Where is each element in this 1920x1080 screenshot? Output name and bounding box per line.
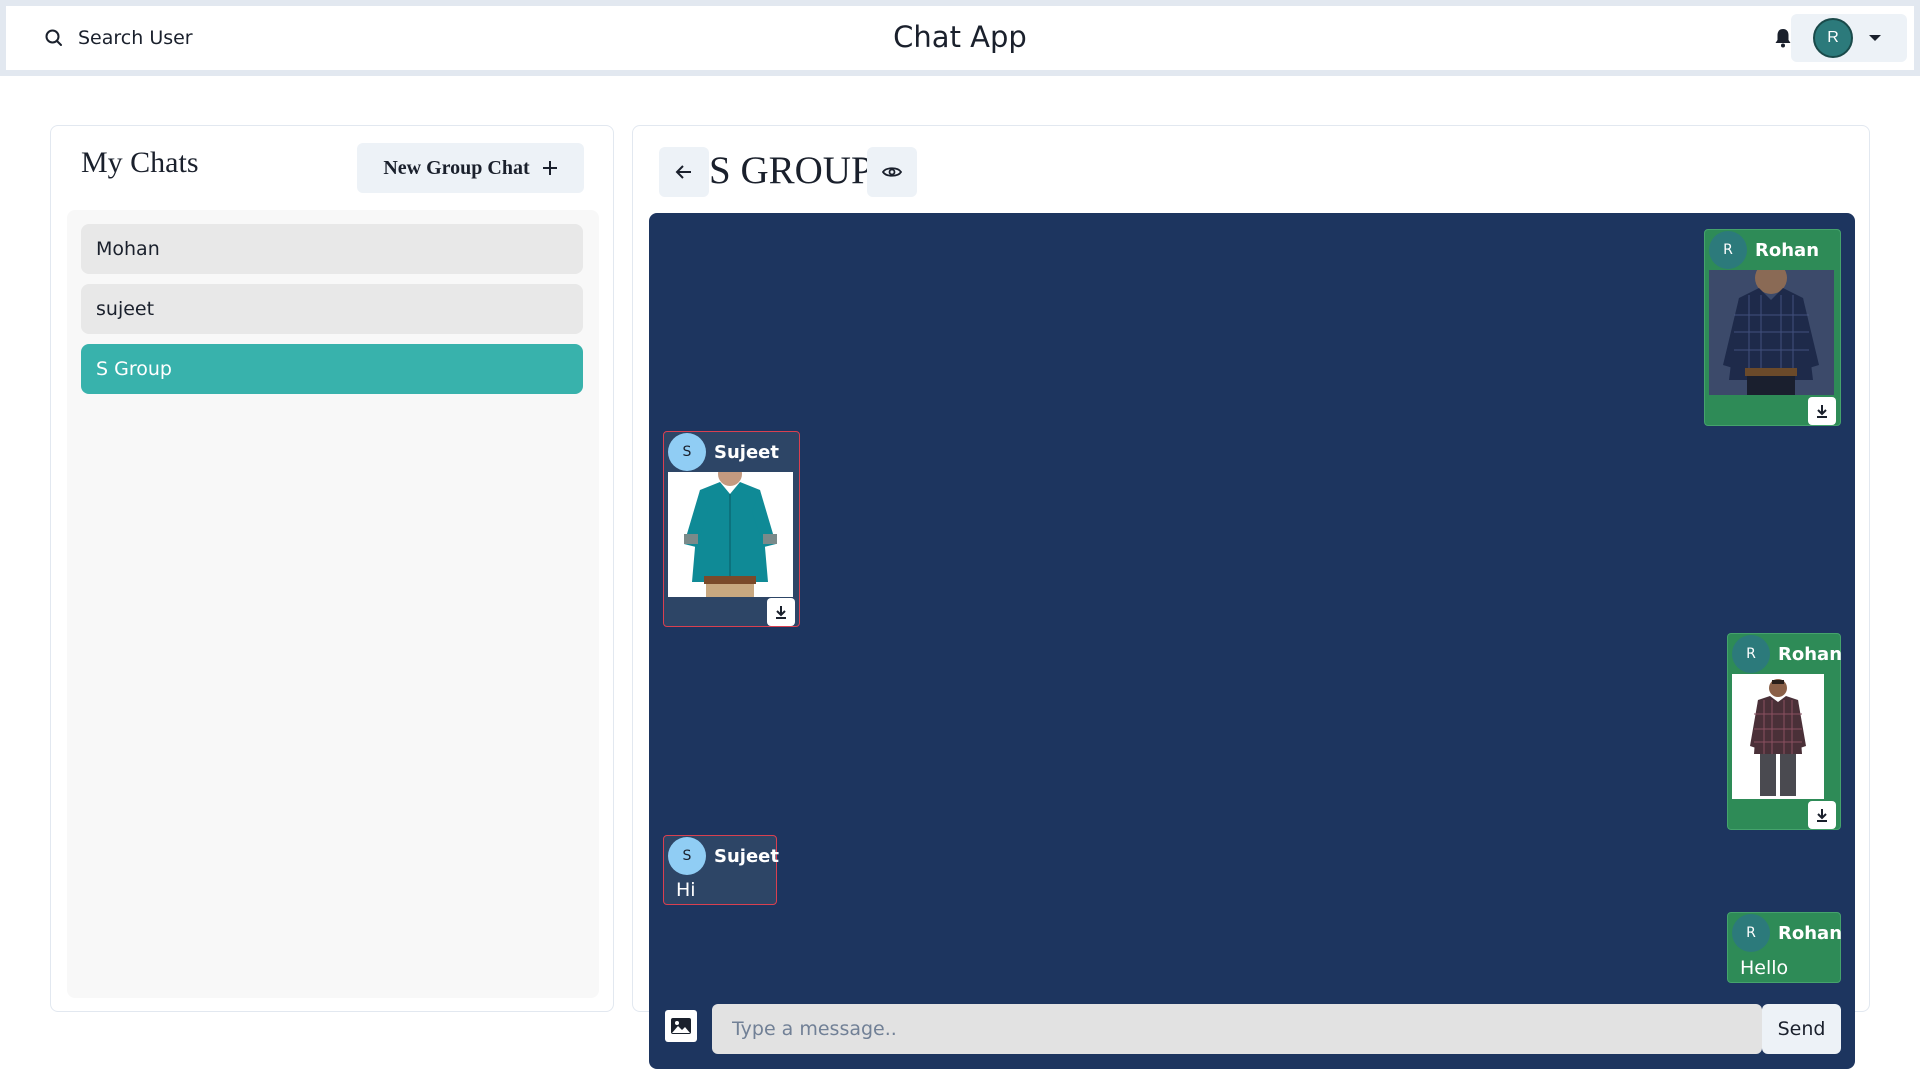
sender-name: Rohan	[1755, 239, 1820, 261]
download-icon	[1817, 809, 1827, 822]
new-group-chat-label: New Group Chat	[383, 156, 530, 179]
back-button[interactable]	[659, 147, 709, 197]
sender-name: Rohan	[1778, 643, 1843, 665]
chat-list-item-s-group[interactable]: S Group	[81, 344, 583, 394]
message-header: R Rohan	[1709, 231, 1819, 269]
avatar: R	[1732, 914, 1770, 952]
download-icon	[1817, 405, 1827, 418]
download-icon	[776, 606, 786, 619]
message-header: R Rohan	[1732, 635, 1842, 673]
message-header: S Sujeet	[668, 433, 779, 471]
avatar: R	[1709, 231, 1747, 269]
chat-list-item-sujeet[interactable]: sujeet	[81, 284, 583, 334]
avatar: R	[1813, 18, 1853, 58]
chat-title: S GROUP	[709, 149, 873, 192]
my-chats-title: My Chats	[81, 146, 199, 179]
avatar: S	[668, 433, 706, 471]
sender-name: Sujeet	[714, 845, 779, 867]
message-bubble: R Rohan Hello	[1727, 912, 1842, 983]
top-bar: Search User Chat App R	[6, 6, 1914, 70]
bell-icon[interactable]	[1774, 28, 1792, 48]
message-text: Hi	[676, 879, 696, 901]
app-title: Chat App	[893, 20, 1027, 54]
send-button[interactable]: Send	[1762, 1004, 1841, 1054]
message-bubble: R Rohan	[1704, 229, 1841, 426]
message-bubble: R Rohan	[1727, 633, 1842, 830]
new-group-chat-button[interactable]: New Group Chat	[357, 143, 584, 193]
avatar: R	[1732, 635, 1770, 673]
download-button[interactable]	[767, 598, 795, 626]
arrow-left-icon	[675, 165, 691, 179]
teal-shirt-photo[interactable]	[668, 472, 793, 597]
message-bubble: S Sujeet Hi	[663, 835, 779, 905]
avatar: S	[668, 837, 706, 875]
sender-name: Sujeet	[714, 441, 779, 463]
my-chats-panel: My Chats New Group Chat Mohan sujeet S G…	[50, 125, 614, 1012]
message-header: S Sujeet	[668, 837, 779, 875]
download-button[interactable]	[1808, 801, 1836, 829]
message-bubble: S Sujeet	[663, 431, 800, 627]
header-frame: Search User Chat App R	[0, 0, 1920, 76]
sender-name: Rohan	[1778, 922, 1843, 944]
chat-list: Mohan sujeet S Group	[67, 210, 599, 998]
view-group-button[interactable]	[867, 147, 917, 197]
message-header: R Rohan	[1732, 914, 1842, 952]
message-input[interactable]	[712, 1004, 1762, 1054]
message-text: Hello	[1740, 957, 1789, 979]
chevron-down-icon	[1869, 35, 1881, 41]
eye-icon	[882, 167, 902, 177]
image-icon	[671, 1018, 691, 1034]
plus-icon	[542, 161, 557, 175]
messages-area: R Rohan S Sujeet R Rohan S Sujeet Hi R R…	[649, 213, 1855, 1069]
attach-image-button[interactable]	[665, 1010, 697, 1042]
plaid-shirt-photo[interactable]	[1732, 674, 1824, 799]
chat-list-item-mohan[interactable]: Mohan	[81, 224, 583, 274]
user-menu-button[interactable]: R	[1791, 14, 1907, 62]
chat-panel: S GROUP R Rohan S Sujeet R Rohan S Sujee…	[632, 125, 1870, 1069]
navy-check-shirt-photo[interactable]	[1709, 270, 1834, 395]
download-button[interactable]	[1808, 397, 1836, 425]
